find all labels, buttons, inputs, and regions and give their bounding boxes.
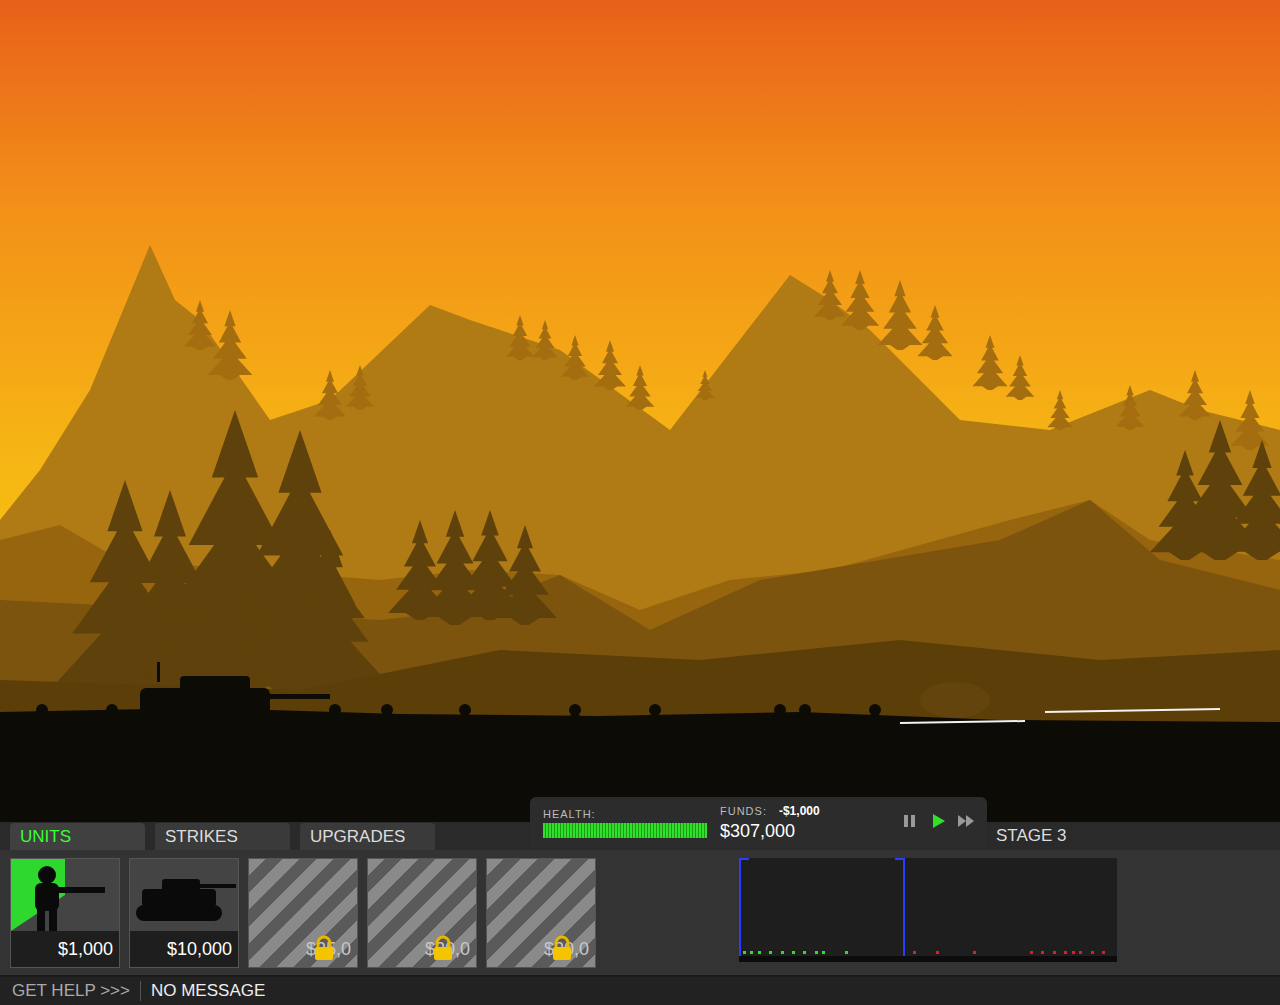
- status-panel: HEALTH: FUNDS: -$1,000 $307,000: [530, 797, 987, 848]
- message-text: NO MESSAGE: [141, 981, 265, 1001]
- pause-icon: [901, 813, 919, 829]
- unit-price: $1,000: [58, 939, 113, 960]
- battlefield[interactable]: [0, 0, 1280, 822]
- friendly-dot: [781, 951, 784, 954]
- fast-icon: [957, 813, 975, 829]
- stage-label: STAGE 3: [996, 826, 1067, 850]
- funds-label: FUNDS:: [720, 805, 767, 817]
- game-screen: HEALTH: FUNDS: -$1,000 $307,000 UNITS STRIKES…: [0, 0, 1280, 1005]
- enemy-dot: [1072, 951, 1075, 954]
- enemy-dot: [1102, 951, 1105, 954]
- lock-icon: [430, 935, 456, 961]
- funds: FUNDS: -$1,000 $307,000: [720, 804, 870, 842]
- enemy-dot: [1091, 951, 1094, 954]
- message-bar: GET HELP >>>NO MESSAGE: [0, 975, 1280, 1005]
- lock-icon: [311, 935, 337, 961]
- fast-button[interactable]: [955, 811, 977, 834]
- friendly-dot: [792, 951, 795, 954]
- minimap[interactable]: [739, 858, 1117, 962]
- unit-card[interactable]: $20,0: [486, 858, 596, 968]
- pause-button[interactable]: [899, 811, 921, 834]
- tab[interactable]: STRIKES: [155, 823, 290, 850]
- battlefield-scene-icon: [0, 0, 1280, 822]
- lock-icon: [549, 935, 575, 961]
- unit-card[interactable]: $1,000: [10, 858, 120, 968]
- unit-card[interactable]: $25,0: [248, 858, 358, 968]
- enemy-dot: [973, 951, 976, 954]
- tab[interactable]: UPGRADES: [300, 823, 435, 850]
- friendly-dot: [803, 951, 806, 954]
- health-fill: [543, 823, 707, 838]
- unit-price: $10,000: [167, 939, 232, 960]
- friendly-dot: [822, 951, 825, 954]
- tab[interactable]: UNITS: [10, 823, 145, 850]
- play-button[interactable]: [927, 811, 949, 834]
- health-bar: [543, 823, 707, 838]
- enemy-dot: [936, 951, 939, 954]
- friendly-dot: [769, 951, 772, 954]
- health: HEALTH:: [543, 808, 708, 838]
- unit-card[interactable]: $10,000: [129, 858, 239, 968]
- enemy-dot: [1079, 951, 1082, 954]
- speed-controls: [899, 811, 977, 834]
- friendly-dot: [750, 951, 753, 954]
- funds-value: $307,000: [720, 821, 870, 842]
- friendly-dot: [845, 951, 848, 954]
- friendly-dot: [743, 951, 746, 954]
- unit-list: $1,000$10,000$25,0$20,0$20,0: [10, 858, 596, 968]
- enemy-dot: [1030, 951, 1033, 954]
- unit-panel: $1,000$10,000$25,0$20,0$20,0: [0, 850, 1280, 975]
- enemy-dot: [1064, 951, 1067, 954]
- minimap-view[interactable]: [739, 858, 905, 962]
- minimap-ground: [739, 956, 1117, 962]
- play-icon: [929, 813, 947, 829]
- locked-pattern: [487, 859, 595, 931]
- soldier-icon: [11, 859, 119, 931]
- locked-pattern: [249, 859, 357, 931]
- funds-change: -$1,000: [779, 804, 820, 818]
- enemy-dot: [1053, 951, 1056, 954]
- health-label: HEALTH:: [543, 808, 708, 820]
- help-link[interactable]: GET HELP >>>: [0, 981, 141, 1001]
- tank-icon: [130, 859, 238, 931]
- friendly-dot: [815, 951, 818, 954]
- friendly-dot: [758, 951, 761, 954]
- enemy-dot: [1041, 951, 1044, 954]
- enemy-dot: [913, 951, 916, 954]
- locked-pattern: [368, 859, 476, 931]
- unit-card[interactable]: $20,0: [367, 858, 477, 968]
